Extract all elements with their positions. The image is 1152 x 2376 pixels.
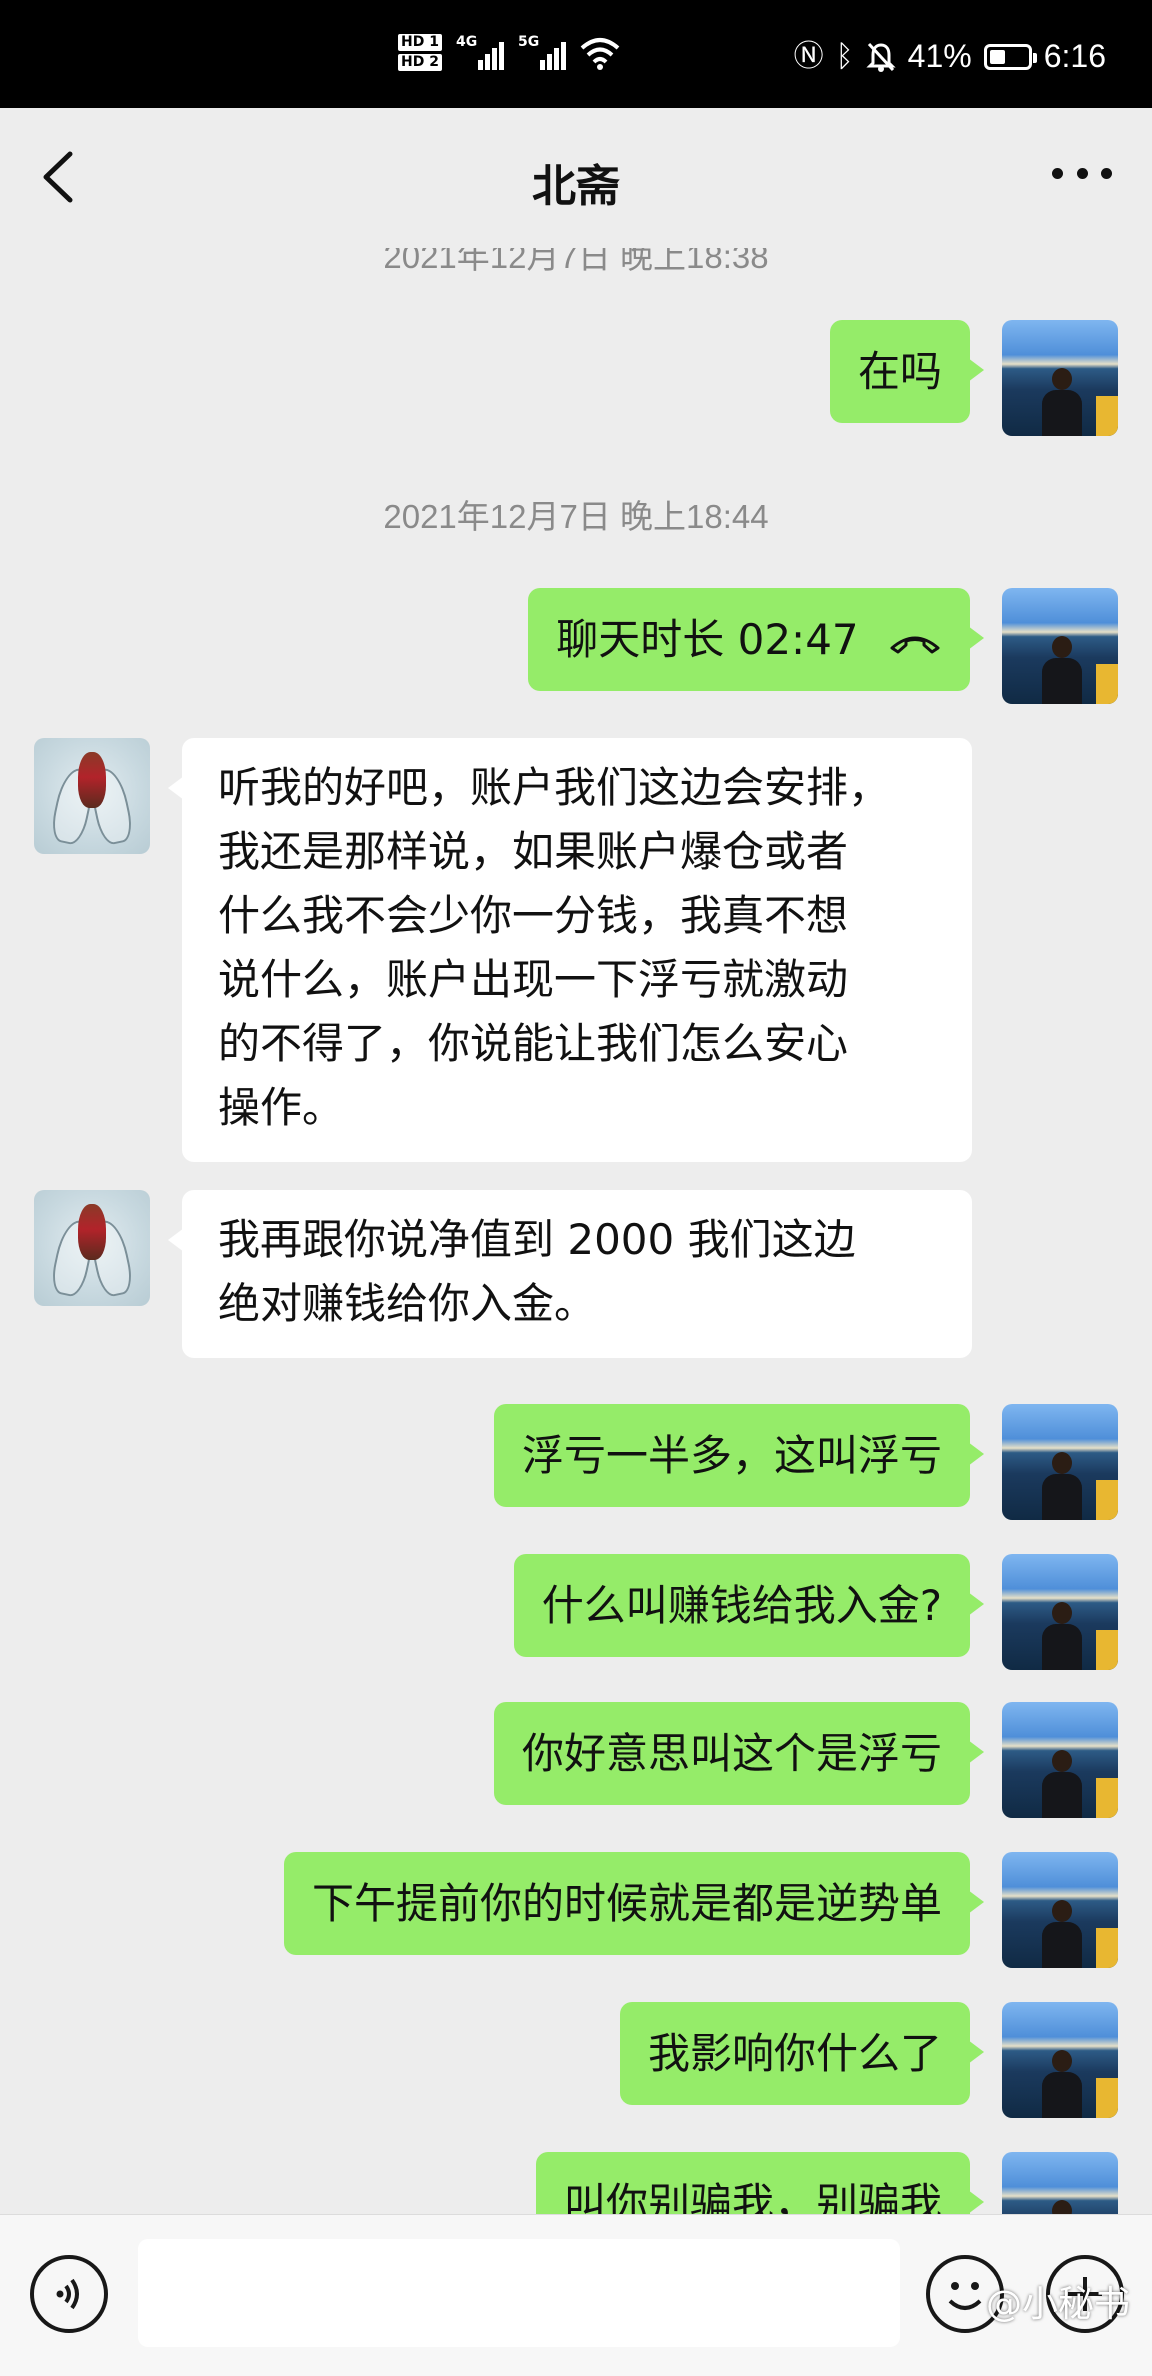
voice-icon [56,2278,79,2310]
battery-icon [983,43,1037,70]
my-avatar[interactable] [1002,1852,1118,1968]
message-bubble-sent[interactable]: 什么叫赚钱给我入金? [513,1554,985,1657]
message-text: 下午提前你的时候就是都是逆势单 [311,1879,942,1928]
call-duration-text: 聊天时长 02:47 [556,615,859,664]
signal-1-icon: 4G [456,34,504,70]
timestamp: 2021年12月7日 晚上18:44 [383,498,769,535]
mute-bell-icon [866,42,896,72]
message-bubble-received[interactable]: 我再跟你说净值到 2000 我们这边 绝对赚钱给你入金。 [168,1190,972,1358]
my-avatar[interactable] [1002,2002,1118,2118]
message-line: 绝对赚钱给你入金。 [218,1279,597,1328]
message-line: 什么我不会少你一分钱，我真不想 [218,891,849,940]
message-text: 叫你别骗我，别骗我 [563,2179,942,2214]
bluetooth-icon: ᛒ [835,39,854,73]
voice-input-button[interactable] [30,2255,108,2333]
hd2-badge: HD 2 [398,54,442,71]
watermark: @小秘书 [985,2284,1130,2325]
status-bar: HD 1 HD 2 4G 5G Ⓝ ᛒ 41% 6:16 [0,0,1152,108]
my-avatar[interactable] [1002,588,1118,704]
message-bubble-sent[interactable]: 在吗 [829,320,985,423]
message-text: 你好意思叫这个是浮亏 [521,1729,942,1778]
message-line: 我还是那样说，如果账户爆仓或者 [218,827,849,876]
message-bubble-sent[interactable]: 你好意思叫这个是浮亏 [493,1702,985,1805]
message-line: 操作。 [218,1083,345,1132]
hd1-badge: HD 1 [398,34,442,51]
signal-2-icon: 5G [518,34,566,70]
nfc-icon: Ⓝ [793,39,824,73]
message-text: 浮亏一半多，这叫浮亏 [521,1431,942,1480]
my-avatar[interactable] [1002,1702,1118,1818]
status-right: Ⓝ ᛒ 41% 6:16 [794,38,1106,75]
hd-badges: HD 1 HD 2 [398,34,442,71]
message-line: 说什么，账户出现一下浮亏就激动 [218,955,849,1004]
input-bar: @小秘书 [0,2214,1152,2376]
contact-avatar[interactable] [34,1190,150,1306]
page-title: 北斋 [532,161,620,212]
message-line: 听我的好吧，账户我们这边会安排， [218,763,891,812]
phone-hangup-icon [890,636,940,653]
message-text: 什么叫赚钱给我入金? [541,1581,942,1630]
message-input[interactable] [138,2239,900,2347]
wifi-icon [580,37,620,70]
my-avatar[interactable] [1002,2152,1118,2214]
message-line: 我再跟你说净值到 2000 我们这边 [218,1215,856,1264]
message-bubble-sent[interactable]: 下午提前你的时候就是都是逆势单 [283,1852,985,1955]
message-text: 我影响你什么了 [647,2029,942,2078]
message-bubble-received[interactable]: 听我的好吧，账户我们这边会安排， 我还是那样说，如果账户爆仓或者 什么我不会少你… [168,738,972,1162]
message-list[interactable]: 2021年12月7日 晚上18:38 在吗 2021年12月7日 晚上18:44… [0,248,1152,2214]
my-avatar[interactable] [1002,320,1118,436]
message-bubble-sent[interactable]: 我影响你什么了 [619,2002,985,2105]
my-avatar[interactable] [1002,1554,1118,1670]
signal-group: HD 1 HD 2 4G 5G [398,34,620,71]
call-record-bubble[interactable]: 聊天时长 02:47 [528,588,984,691]
chat-header: 北斋 [0,108,1152,248]
timestamp: 2021年12月7日 晚上18:38 [383,248,769,275]
more-dots-icon[interactable] [1052,158,1112,188]
message-bubble-sent[interactable]: 叫你别骗我，别骗我 [535,2152,985,2214]
battery-percent: 41% [907,38,972,74]
my-avatar[interactable] [1002,1404,1118,1520]
message-line: 的不得了，你说能让我们怎么安心 [218,1019,849,1068]
clock: 6:16 [1043,38,1106,74]
message-text: 在吗 [857,347,942,396]
contact-avatar[interactable] [34,738,150,854]
message-bubble-sent[interactable]: 浮亏一半多，这叫浮亏 [493,1404,985,1507]
